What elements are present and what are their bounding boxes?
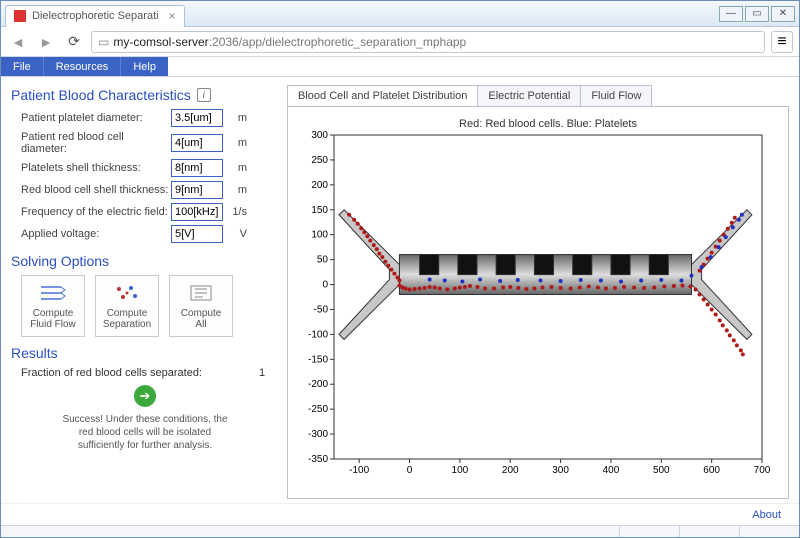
- field-unit: m: [229, 137, 247, 149]
- url-path: /app/dielectrophoretic_separation_mphapp: [239, 35, 467, 49]
- field-unit: m: [229, 162, 247, 174]
- browser-titlebar: Dielectrophoretic Separati × — ▭ ✕: [1, 1, 799, 27]
- info-icon[interactable]: i: [197, 88, 211, 102]
- fraction-value: 1: [259, 367, 279, 379]
- svg-text:400: 400: [603, 465, 620, 476]
- field-input[interactable]: [171, 181, 223, 199]
- menu-resources[interactable]: Resources: [43, 57, 121, 76]
- field-label: Patient red blood cell diameter:: [21, 131, 171, 155]
- url-host: my-comsol-server: [113, 35, 208, 49]
- status-bar: [1, 525, 799, 537]
- back-button[interactable]: ◄: [7, 31, 29, 53]
- svg-text:-50: -50: [314, 304, 329, 315]
- svg-text:500: 500: [653, 465, 670, 476]
- fraction-label: Fraction of red blood cells separated:: [21, 367, 259, 379]
- section-pbc-title: Patient Blood Characteristics i: [11, 87, 279, 103]
- browser-tab[interactable]: Dielectrophoretic Separati ×: [5, 5, 185, 27]
- section-results-title: Results: [11, 345, 279, 361]
- tab-close-icon[interactable]: ×: [169, 9, 176, 23]
- window-close-button[interactable]: ✕: [771, 6, 795, 22]
- page-icon: ▭: [98, 35, 109, 49]
- field-unit: m: [229, 112, 247, 124]
- svg-text:Red: Red blood cells. Blue: Pl: Red: Red blood cells. Blue: Platelets: [459, 118, 637, 130]
- svg-text:200: 200: [502, 465, 519, 476]
- svg-text:700: 700: [754, 465, 771, 476]
- favicon: [14, 10, 26, 22]
- field-label: Applied voltage:: [21, 228, 171, 240]
- success-message: Success! Under these conditions, the red…: [60, 413, 230, 452]
- compute-separation-button[interactable]: Compute Separation: [95, 275, 159, 337]
- svg-text:-200: -200: [308, 379, 328, 390]
- field-input[interactable]: [171, 134, 223, 152]
- compute-fluid-flow-button[interactable]: Compute Fluid Flow: [21, 275, 85, 337]
- svg-text:-250: -250: [308, 404, 328, 415]
- flow-icon: [39, 282, 67, 304]
- menu-file[interactable]: File: [1, 57, 43, 76]
- result-tab[interactable]: Fluid Flow: [580, 85, 652, 106]
- field-input[interactable]: [171, 203, 223, 221]
- svg-text:250: 250: [311, 155, 328, 166]
- result-tab[interactable]: Blood Cell and Platelet Distribution: [287, 85, 478, 106]
- browser-menu-button[interactable]: ≡: [771, 31, 793, 53]
- field-input[interactable]: [171, 225, 223, 243]
- svg-text:300: 300: [552, 465, 569, 476]
- menu-help[interactable]: Help: [120, 57, 168, 76]
- success-arrow-icon: ➔: [134, 385, 156, 407]
- field-label: Platelets shell thickness:: [21, 162, 171, 174]
- compute-all-button[interactable]: Compute All: [169, 275, 233, 337]
- svg-text:150: 150: [311, 205, 328, 216]
- chart-panel: Red: Red blood cells. Blue: Platelets -10…: [287, 106, 789, 499]
- result-tabs: Blood Cell and Platelet DistributionElec…: [287, 85, 789, 106]
- svg-text:300: 300: [311, 130, 328, 141]
- address-bar[interactable]: ▭ my-comsol-server:2036/app/dielectropho…: [91, 31, 765, 53]
- window-maximize-button[interactable]: ▭: [745, 6, 769, 22]
- distribution-chart: Red: Red blood cells. Blue: Platelets -10…: [294, 113, 772, 483]
- field-unit: 1/s: [229, 206, 247, 218]
- field-label: Frequency of the electric field:: [21, 206, 171, 218]
- tab-title: Dielectrophoretic Separati: [32, 10, 159, 22]
- url-port: :2036: [209, 35, 239, 49]
- svg-text:100: 100: [452, 465, 469, 476]
- svg-text:0: 0: [322, 280, 328, 291]
- field-unit: m: [229, 184, 247, 196]
- svg-text:-300: -300: [308, 429, 328, 440]
- field-label: Patient platelet diameter:: [21, 112, 171, 124]
- reload-button[interactable]: ⟳: [63, 31, 85, 53]
- svg-text:600: 600: [703, 465, 720, 476]
- section-solving-title: Solving Options: [11, 253, 279, 269]
- svg-text:-350: -350: [308, 454, 328, 465]
- separation-icon: [113, 282, 141, 304]
- browser-toolbar: ◄ ► ⟳ ▭ my-comsol-server:2036/app/dielec…: [1, 27, 799, 57]
- svg-text:100: 100: [311, 230, 328, 241]
- forward-button[interactable]: ►: [35, 31, 57, 53]
- compute-all-icon: [187, 282, 215, 304]
- svg-text:200: 200: [311, 180, 328, 191]
- field-unit: V: [229, 228, 247, 240]
- about-link[interactable]: About: [752, 509, 781, 521]
- svg-text:50: 50: [317, 255, 329, 266]
- svg-text:-100: -100: [349, 465, 369, 476]
- svg-text:0: 0: [407, 465, 413, 476]
- window-minimize-button[interactable]: —: [719, 6, 743, 22]
- field-input[interactable]: [171, 159, 223, 177]
- svg-text:-100: -100: [308, 329, 328, 340]
- sidebar: Patient Blood Characteristics i Patient …: [11, 85, 279, 499]
- field-input[interactable]: [171, 109, 223, 127]
- result-tab[interactable]: Electric Potential: [477, 85, 581, 106]
- field-label: Red blood cell shell thickness:: [21, 184, 171, 196]
- app-menubar: File Resources Help: [1, 57, 799, 77]
- svg-text:-150: -150: [308, 354, 328, 365]
